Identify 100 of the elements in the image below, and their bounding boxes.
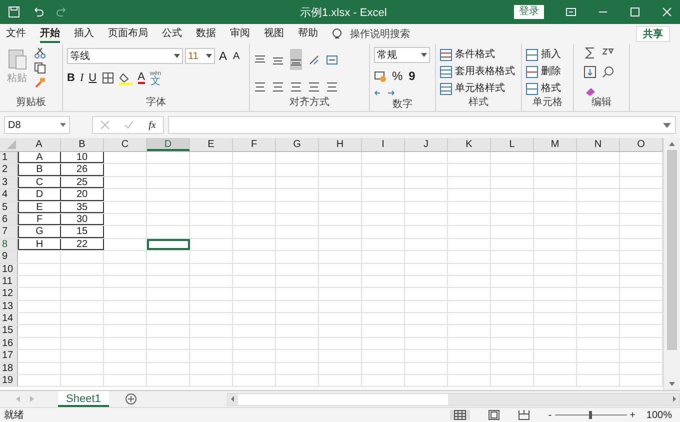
currency-icon[interactable] bbox=[374, 70, 386, 82]
row-header[interactable]: 8 bbox=[0, 238, 18, 250]
row-header[interactable]: 10 bbox=[0, 264, 18, 275]
column-header[interactable]: M bbox=[534, 138, 577, 151]
normal-view-icon[interactable] bbox=[454, 410, 466, 420]
row-header[interactable]: 3 bbox=[0, 176, 18, 188]
table-cell[interactable]: 25 bbox=[61, 176, 104, 188]
share-button[interactable]: 共享 bbox=[636, 26, 670, 42]
borders-icon[interactable] bbox=[102, 72, 114, 84]
page-layout-icon[interactable] bbox=[488, 410, 500, 420]
row-header[interactable]: 11 bbox=[0, 276, 18, 288]
cut-icon[interactable] bbox=[34, 47, 46, 59]
search-icon[interactable] bbox=[602, 66, 614, 78]
table-cell[interactable]: C bbox=[18, 176, 61, 188]
table-cell[interactable]: G bbox=[18, 226, 61, 238]
column-header[interactable]: J bbox=[405, 138, 448, 151]
table-cell[interactable]: 30 bbox=[61, 214, 104, 226]
cancel-icon[interactable] bbox=[100, 120, 110, 130]
ribbon-tab[interactable]: 插入 bbox=[74, 25, 94, 43]
row-header[interactable]: 12 bbox=[0, 288, 18, 300]
decrease-indent-icon[interactable] bbox=[308, 80, 320, 92]
row-header[interactable]: 4 bbox=[0, 189, 18, 201]
column-header[interactable]: A bbox=[18, 138, 61, 151]
row-header[interactable]: 17 bbox=[0, 350, 18, 362]
font-name-field[interactable]: 等线 bbox=[67, 48, 183, 64]
top-align-icon[interactable] bbox=[254, 54, 266, 66]
column-header[interactable]: K bbox=[448, 138, 491, 151]
undo-icon[interactable] bbox=[32, 6, 44, 18]
row-header[interactable]: 6 bbox=[0, 214, 18, 226]
row-header[interactable]: 13 bbox=[0, 300, 18, 312]
font-color-button[interactable]: A bbox=[138, 72, 145, 84]
bold-button[interactable]: B bbox=[67, 70, 75, 86]
row-header[interactable]: 15 bbox=[0, 325, 18, 337]
fill-color-icon[interactable] bbox=[118, 72, 133, 85]
table-cell[interactable]: 20 bbox=[61, 189, 104, 201]
table-cell[interactable]: 35 bbox=[61, 202, 104, 213]
row-header[interactable]: 7 bbox=[0, 226, 18, 238]
styles-menu-button[interactable]: 套用表格格式 bbox=[440, 64, 515, 79]
row-header[interactable]: 2 bbox=[0, 164, 18, 176]
row-header[interactable]: 14 bbox=[0, 313, 18, 324]
fill-icon[interactable] bbox=[584, 66, 596, 78]
row-header[interactable]: 16 bbox=[0, 338, 18, 350]
copy-icon[interactable] bbox=[34, 62, 46, 74]
table-cell[interactable]: 22 bbox=[61, 238, 104, 250]
row-header[interactable]: 9 bbox=[0, 251, 18, 263]
ribbon-tab[interactable]: 公式 bbox=[162, 25, 182, 43]
shrink-font-button[interactable]: A bbox=[231, 48, 242, 64]
column-header[interactable]: G bbox=[276, 138, 319, 151]
zoom-level[interactable]: 100% bbox=[646, 408, 672, 422]
zoom-slider-icon[interactable] bbox=[554, 410, 627, 420]
save-icon[interactable] bbox=[8, 6, 20, 18]
horizontal-scrollbar[interactable] bbox=[226, 392, 680, 406]
number-format-field[interactable]: 常规 bbox=[374, 47, 430, 63]
column-header[interactable]: F bbox=[233, 138, 276, 151]
cells-menu-button[interactable]: 插入 bbox=[526, 47, 561, 62]
font-size-field[interactable]: 11 bbox=[185, 48, 215, 64]
ribbon-display-icon[interactable] bbox=[566, 8, 576, 16]
column-header[interactable]: B bbox=[61, 138, 104, 151]
insert-function-button[interactable]: fx bbox=[148, 118, 156, 132]
page-break-icon[interactable] bbox=[518, 410, 530, 420]
add-sheet-icon[interactable] bbox=[124, 393, 137, 405]
increase-indent-icon[interactable] bbox=[326, 80, 338, 92]
grow-font-button[interactable]: A bbox=[217, 47, 230, 65]
table-cell[interactable]: 10 bbox=[61, 152, 104, 164]
enter-icon[interactable] bbox=[124, 120, 134, 130]
column-header[interactable]: E bbox=[190, 138, 233, 151]
ribbon-tab[interactable]: 文件 bbox=[6, 25, 26, 43]
styles-menu-button[interactable]: 单元格样式 bbox=[440, 81, 515, 96]
table-cell[interactable]: F bbox=[18, 214, 61, 226]
ribbon-tab[interactable]: 审阅 bbox=[230, 25, 250, 43]
row-header[interactable]: 1 bbox=[0, 152, 18, 164]
cells-menu-button[interactable]: 格式 bbox=[526, 81, 561, 96]
row-header[interactable]: 19 bbox=[0, 375, 18, 386]
align-left-icon[interactable] bbox=[254, 80, 266, 92]
italic-button[interactable]: I bbox=[80, 70, 84, 86]
styles-menu-button[interactable]: 条件格式 bbox=[440, 47, 515, 62]
percent-button[interactable]: % bbox=[392, 67, 403, 85]
table-cell[interactable]: 26 bbox=[61, 164, 104, 176]
column-header[interactable]: I bbox=[362, 138, 405, 151]
maximize-icon[interactable] bbox=[630, 7, 640, 17]
table-cell[interactable]: E bbox=[18, 202, 61, 213]
table-cell[interactable]: D bbox=[18, 189, 61, 201]
cells-menu-button[interactable]: 删除 bbox=[526, 64, 561, 79]
ribbon-tab[interactable]: 数据 bbox=[196, 25, 216, 43]
orientation-icon[interactable] bbox=[308, 54, 320, 66]
column-header[interactable]: L bbox=[491, 138, 534, 151]
name-box[interactable]: D8 bbox=[4, 116, 70, 134]
wrap-text-icon[interactable] bbox=[326, 54, 338, 66]
zoom-out-button[interactable]: - bbox=[548, 408, 552, 422]
tell-me-search[interactable]: 操作说明搜索 bbox=[350, 26, 410, 42]
sum-icon[interactable] bbox=[584, 47, 596, 60]
column-header[interactable]: H bbox=[319, 138, 362, 151]
table-cell[interactable]: H bbox=[18, 238, 61, 250]
active-cell[interactable] bbox=[147, 238, 190, 250]
vertical-scrollbar[interactable] bbox=[663, 138, 680, 390]
row-header[interactable]: 18 bbox=[0, 362, 18, 374]
login-button[interactable]: 登录 bbox=[514, 5, 544, 19]
formula-input[interactable] bbox=[168, 116, 676, 134]
table-cell[interactable]: B bbox=[18, 164, 61, 176]
close-icon[interactable] bbox=[662, 7, 672, 17]
